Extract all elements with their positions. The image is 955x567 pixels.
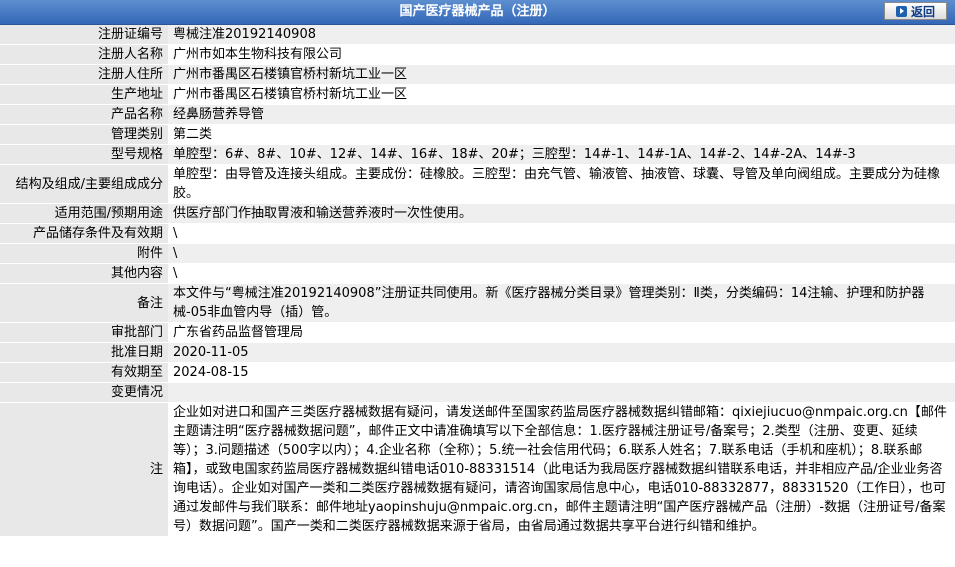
field-value: 2020-11-05 <box>168 342 955 363</box>
field-value: 单腔型：由导管及连接头组成。主要成份：硅橡胶。三腔型：由充气管、输液管、抽液管、… <box>168 164 955 204</box>
field-value: 2024-08-15 <box>168 362 955 383</box>
field-label: 批准日期 <box>0 342 168 363</box>
back-arrow-icon <box>895 5 907 17</box>
field-value: 供医疗部门作抽取胃液和输送营养液时一次性使用。 <box>168 203 955 224</box>
field-label: 审批部门 <box>0 322 168 343</box>
table-row: 注册证编号 粤械注准20192140908 <box>0 25 955 45</box>
page-header: 国产医疗器械产品（注册） 返回 <box>0 0 955 25</box>
detail-table: 注册证编号 粤械注准20192140908 注册人名称 广州市如本生物科技有限公… <box>0 25 955 537</box>
table-row: 注 企业如对进口和国产三类医疗器械数据有疑问，请发送邮件至国家药监局医疗器械数据… <box>0 402 955 537</box>
field-value: 本文件与“粤械注准20192140908”注册证共同使用。新《医疗器械分类目录》… <box>168 283 955 323</box>
field-label: 管理类别 <box>0 124 168 145</box>
field-label: 产品名称 <box>0 104 168 125</box>
field-label: 变更情况 <box>0 382 168 403</box>
field-value: \ <box>168 243 955 264</box>
field-value: 粤械注准20192140908 <box>168 25 955 45</box>
field-value: 第二类 <box>168 124 955 145</box>
table-row: 有效期至 2024-08-15 <box>0 362 955 383</box>
table-row: 变更情况 <box>0 382 955 403</box>
field-value: 广州市如本生物科技有限公司 <box>168 44 955 65</box>
back-button[interactable]: 返回 <box>884 2 947 20</box>
table-row: 注册人名称 广州市如本生物科技有限公司 <box>0 44 955 65</box>
field-label: 适用范围/预期用途 <box>0 203 168 224</box>
table-row: 附件 \ <box>0 243 955 264</box>
field-label: 附件 <box>0 243 168 264</box>
field-label: 其他内容 <box>0 263 168 284</box>
field-label: 注册证编号 <box>0 25 168 45</box>
field-value: 广州市番禺区石楼镇官桥村新坑工业一区 <box>168 64 955 85</box>
page-title: 国产医疗器械产品（注册） <box>399 4 556 19</box>
field-value: 经鼻肠营养导管 <box>168 104 955 125</box>
table-row: 产品名称 经鼻肠营养导管 <box>0 104 955 125</box>
table-row: 批准日期 2020-11-05 <box>0 342 955 363</box>
field-value: \ <box>168 223 955 244</box>
field-value: 广州市番禺区石楼镇官桥村新坑工业一区 <box>168 84 955 105</box>
table-row: 管理类别 第二类 <box>0 124 955 145</box>
field-value: \ <box>168 263 955 284</box>
field-label: 生产地址 <box>0 84 168 105</box>
table-row: 产品储存条件及有效期 \ <box>0 223 955 244</box>
table-row: 其他内容 \ <box>0 263 955 284</box>
field-label: 有效期至 <box>0 362 168 383</box>
table-row: 型号规格 单腔型：6#、8#、10#、12#、14#、16#、18#、20#；三… <box>0 144 955 165</box>
field-value: 单腔型：6#、8#、10#、12#、14#、16#、18#、20#；三腔型：14… <box>168 144 955 165</box>
field-value <box>168 382 955 403</box>
field-label: 产品储存条件及有效期 <box>0 223 168 244</box>
field-label: 注册人住所 <box>0 64 168 85</box>
field-label: 结构及组成/主要组成成分 <box>0 164 168 204</box>
table-row: 审批部门 广东省药品监督管理局 <box>0 322 955 343</box>
field-label: 型号规格 <box>0 144 168 165</box>
table-row: 结构及组成/主要组成成分 单腔型：由导管及连接头组成。主要成份：硅橡胶。三腔型：… <box>0 164 955 204</box>
back-button-label: 返回 <box>910 4 935 19</box>
field-label: 注册人名称 <box>0 44 168 65</box>
field-label: 备注 <box>0 283 168 323</box>
notice-text: 企业如对进口和国产三类医疗器械数据有疑问，请发送邮件至国家药监局医疗器械数据纠错… <box>168 402 955 537</box>
table-row: 适用范围/预期用途 供医疗部门作抽取胃液和输送营养液时一次性使用。 <box>0 203 955 224</box>
table-row: 注册人住所 广州市番禺区石楼镇官桥村新坑工业一区 <box>0 64 955 85</box>
table-row: 生产地址 广州市番禺区石楼镇官桥村新坑工业一区 <box>0 84 955 105</box>
field-label: 注 <box>0 402 168 537</box>
table-row: 备注 本文件与“粤械注准20192140908”注册证共同使用。新《医疗器械分类… <box>0 283 955 323</box>
field-value: 广东省药品监督管理局 <box>168 322 955 343</box>
